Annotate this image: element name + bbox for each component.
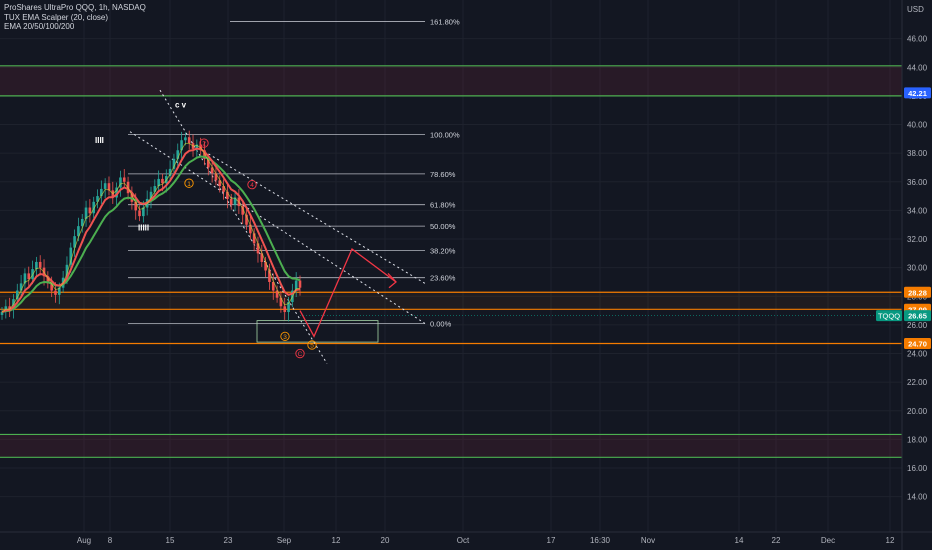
legend-title[interactable]: ProShares UltraPro QQQ, 1h, NASDAQ bbox=[4, 3, 146, 13]
wave-circle-label: 4 bbox=[250, 182, 254, 189]
time-tick-label: 22 bbox=[772, 536, 781, 545]
price-tick-label: 40.00 bbox=[907, 121, 928, 130]
time-tick-label: Dec bbox=[821, 536, 835, 545]
candle-body bbox=[138, 210, 141, 217]
wave-circle-label: 5 bbox=[310, 343, 314, 350]
legend-indicator-tux[interactable]: TUX EMA Scalper (20, close) bbox=[4, 13, 146, 23]
price-level-label: 24.70 bbox=[908, 340, 927, 349]
time-tick-label: 16:30 bbox=[590, 536, 611, 545]
ema-fast-line bbox=[1, 147, 301, 313]
price-tick-label: 34.00 bbox=[907, 206, 928, 215]
currency-label: USD bbox=[907, 5, 924, 14]
candle-body bbox=[88, 207, 92, 214]
legend-indicator-ema[interactable]: EMA 20/50/100/200 bbox=[4, 22, 146, 32]
channel-line bbox=[159, 89, 328, 364]
time-tick-label: 23 bbox=[224, 536, 233, 545]
price-tick-label: 14.00 bbox=[907, 493, 928, 502]
wave-labels: IIIIIIIIIc v12345C bbox=[95, 100, 317, 359]
wave-circle-label: 2 bbox=[202, 141, 206, 148]
time-axis[interactable]: Aug 8 15 23 Sep 12 20 Oct 17 16:30 Nov 14 22 Dec 12 bbox=[0, 531, 932, 545]
fib-level-label: 100.00% bbox=[430, 131, 460, 140]
fib-level-label: 161.80% bbox=[430, 17, 460, 26]
price-tick-label: 18.00 bbox=[907, 435, 928, 444]
price-level-label: 42.21 bbox=[908, 89, 927, 98]
price-tick-label: 38.00 bbox=[907, 149, 928, 158]
candle-body bbox=[184, 137, 187, 141]
price-level-label: 28.28 bbox=[908, 288, 927, 297]
projection-arrowhead bbox=[387, 272, 397, 289]
candle-body bbox=[38, 261, 42, 268]
orange-zone bbox=[0, 292, 902, 310]
chart-window[interactable]: 161.80% 100.00% 78.60% 61.80% 50.00% 38.20% 23… bbox=[0, 0, 932, 550]
candle-body bbox=[187, 137, 191, 144]
chart-legend: ProShares UltraPro QQQ, 1h, NASDAQ TUX E… bbox=[4, 3, 146, 32]
last-price-label: 26.65 bbox=[908, 312, 927, 321]
time-tick-label: 14 bbox=[735, 536, 744, 545]
price-tick-label: 24.00 bbox=[907, 350, 928, 359]
fib-level-label: 23.60% bbox=[430, 274, 456, 283]
time-tick-label: 12 bbox=[332, 536, 341, 545]
price-tick-label: 36.00 bbox=[907, 178, 928, 187]
candle-body bbox=[283, 306, 287, 313]
time-tick-label: 8 bbox=[108, 536, 113, 545]
price-tick-label: 22.00 bbox=[907, 378, 928, 387]
price-tick-label: 32.00 bbox=[907, 235, 928, 244]
candle-body bbox=[107, 183, 111, 191]
fib-level-label: 38.20% bbox=[430, 246, 456, 255]
resistance-zone bbox=[0, 65, 902, 96]
fib-level-label: 50.00% bbox=[430, 222, 456, 231]
wave-circle-label: 1 bbox=[187, 181, 191, 188]
time-tick-label: Aug bbox=[77, 536, 91, 545]
price-tick-label: 46.00 bbox=[907, 35, 928, 44]
wave-label: IIIII bbox=[138, 223, 149, 232]
price-tick-label: 26.00 bbox=[907, 321, 928, 330]
time-tick-label: Oct bbox=[457, 536, 470, 545]
time-tick-label: 20 bbox=[381, 536, 390, 545]
wave-circle-label: 3 bbox=[283, 334, 287, 341]
time-tick-label: Nov bbox=[641, 536, 655, 545]
fibonacci-retracement[interactable]: 161.80% 100.00% 78.60% 61.80% 50.00% 38.20% 23… bbox=[128, 17, 460, 328]
symbol-tag: TQQQ bbox=[878, 312, 900, 321]
price-tick-label: 16.00 bbox=[907, 464, 928, 473]
trend-channel[interactable] bbox=[129, 89, 426, 364]
wave-circle-label: C bbox=[298, 351, 303, 358]
fib-level-label: 61.80% bbox=[430, 201, 456, 210]
ema-lines bbox=[1, 142, 301, 313]
price-tick-label: 44.00 bbox=[907, 63, 928, 72]
candle-body bbox=[122, 177, 126, 182]
time-tick-label: 12 bbox=[886, 536, 895, 545]
fib-level-label: 0.00% bbox=[430, 319, 452, 328]
price-chart[interactable]: 161.80%100.00%78.60%61.80%50.00%38.20%23… bbox=[0, 0, 932, 550]
candle-body bbox=[103, 183, 107, 189]
support-zone bbox=[0, 434, 902, 458]
price-tick-label: 30.00 bbox=[907, 264, 928, 273]
time-tick-label: 17 bbox=[547, 536, 556, 545]
channel-line bbox=[199, 148, 426, 284]
time-tick-label: 15 bbox=[166, 536, 175, 545]
candle-body bbox=[27, 273, 31, 280]
fib-level-label: 78.60% bbox=[430, 170, 456, 179]
price-tick-label: 20.00 bbox=[907, 407, 928, 416]
time-tick-label: Sep bbox=[277, 536, 292, 545]
candle-body bbox=[298, 280, 302, 288]
candle-body bbox=[229, 198, 233, 205]
candle-body bbox=[54, 290, 57, 295]
candle-body bbox=[161, 178, 164, 184]
wave-label: c v bbox=[175, 100, 187, 109]
wave-label: IIII bbox=[95, 136, 104, 145]
